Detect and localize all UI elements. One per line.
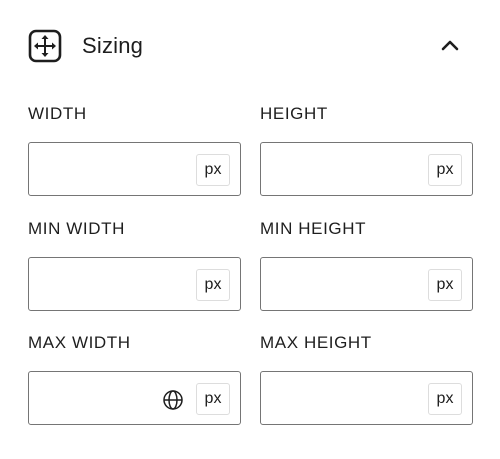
panel-title: Sizing [82,33,144,58]
max-height-field[interactable]: px [260,371,473,425]
chevron-up-icon[interactable] [438,34,462,58]
min-width-input[interactable] [31,260,181,306]
max-width-label: MAX WIDTH [28,333,131,352]
height-unit-select[interactable]: px [428,154,462,186]
min-height-unit-select[interactable]: px [428,269,462,301]
max-height-input[interactable] [263,374,413,420]
max-width-unit-select[interactable]: px [196,383,230,415]
min-height-input[interactable] [263,260,413,306]
height-input[interactable] [263,145,413,191]
width-label: WIDTH [28,104,87,123]
width-field[interactable]: px [28,142,241,196]
height-label: HEIGHT [260,104,328,123]
min-width-label: MIN WIDTH [28,219,125,238]
resize-move-icon [28,29,62,63]
max-width-field[interactable]: px [28,371,241,425]
max-width-input[interactable] [31,374,151,420]
max-height-unit-select[interactable]: px [428,383,462,415]
globe-icon[interactable] [162,389,184,411]
min-height-field[interactable]: px [260,257,473,311]
max-height-label: MAX HEIGHT [260,333,372,352]
min-height-label: MIN HEIGHT [260,219,367,238]
sizing-panel: Sizing WIDTH HEIGHT px px MIN WIDTH MIN … [0,0,500,459]
width-unit-select[interactable]: px [196,154,230,186]
width-input[interactable] [31,145,181,191]
min-width-unit-select[interactable]: px [196,269,230,301]
min-width-field[interactable]: px [28,257,241,311]
panel-header[interactable]: Sizing [28,26,472,66]
height-field[interactable]: px [260,142,473,196]
